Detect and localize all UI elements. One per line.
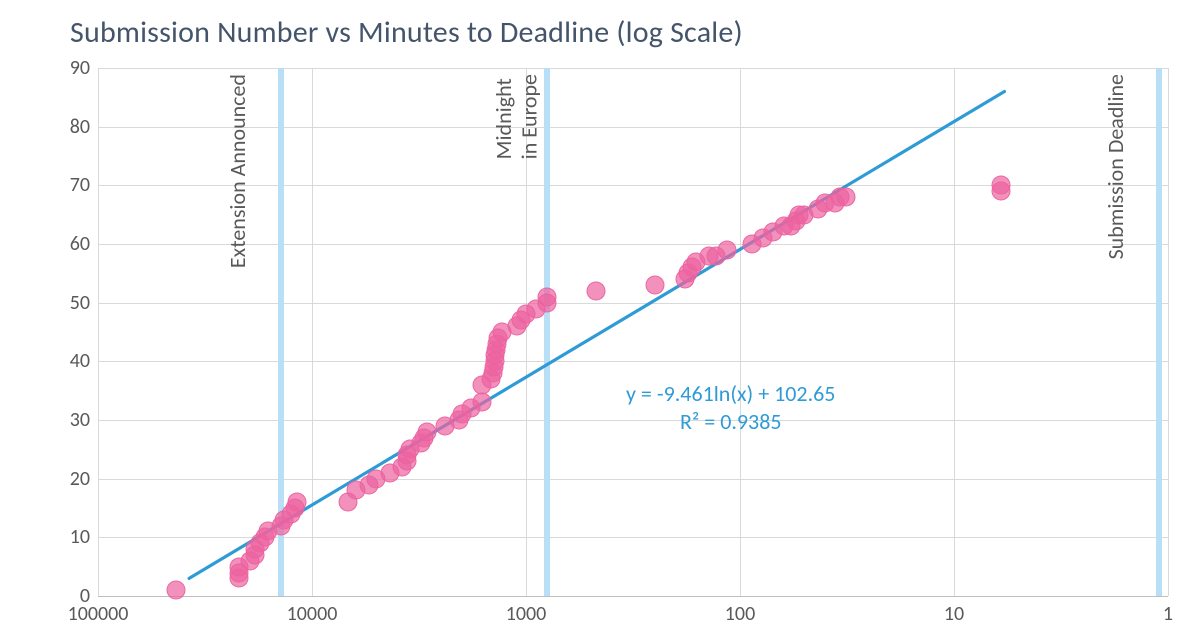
data-point <box>718 240 737 259</box>
data-point <box>167 581 186 600</box>
data-point <box>587 281 606 300</box>
x-axis-tick-label: 1000 <box>506 596 547 626</box>
gridline-vertical <box>954 68 955 596</box>
gridline-horizontal <box>98 68 1168 69</box>
plot-area: Extension Announced Midnightin Europe Subm… <box>98 68 1168 597</box>
gridline-vertical <box>312 68 313 596</box>
data-point <box>645 276 664 295</box>
gridline-vertical <box>98 68 99 596</box>
y-axis-tick-label: 20 <box>70 467 98 491</box>
data-point <box>992 176 1011 195</box>
y-axis-tick-label: 30 <box>70 408 98 432</box>
y-axis-tick-label: 70 <box>70 173 98 197</box>
data-point <box>836 188 855 207</box>
trend-equation-r2: R² = 0.9385 <box>626 408 835 436</box>
gridline-vertical <box>1168 68 1169 596</box>
x-axis-tick-label: 10 <box>944 596 964 626</box>
chart-title: Submission Number vs Minutes to Deadline… <box>70 14 743 51</box>
y-axis-tick-label: 80 <box>70 115 98 139</box>
x-axis-tick-label: 10000 <box>287 596 338 626</box>
x-axis-tick-label: 100000 <box>68 596 129 626</box>
data-point <box>473 393 492 412</box>
y-axis-tick-label: 50 <box>70 291 98 315</box>
y-axis-tick-label: 40 <box>70 349 98 373</box>
gridline-horizontal <box>98 303 1168 304</box>
annotation-label: Submission Deadline <box>1103 74 1128 259</box>
x-axis-tick-label: 100 <box>725 596 755 626</box>
y-axis-tick-label: 10 <box>70 525 98 549</box>
trendline <box>98 68 1168 596</box>
annotation-line <box>1156 68 1162 596</box>
chart-container: Submission Number vs Minutes to Deadline… <box>0 0 1200 636</box>
x-axis-tick-label: 1 <box>1163 596 1173 626</box>
data-point <box>537 287 556 306</box>
data-point <box>287 493 306 512</box>
trend-equation-formula: y = -9.461ln(x) + 102.65 <box>626 380 835 408</box>
trend-equation: y = -9.461ln(x) + 102.65R² = 0.9385 <box>626 380 835 435</box>
data-point <box>418 422 437 441</box>
annotation-label: Extension Announced <box>225 74 250 268</box>
annotation-label: Midnightin Europe <box>491 74 542 159</box>
y-axis-tick-label: 60 <box>70 232 98 256</box>
gridline-horizontal <box>98 127 1168 128</box>
gridline-horizontal <box>98 479 1168 480</box>
annotation-line <box>544 68 550 596</box>
gridline-vertical <box>740 68 741 596</box>
gridline-horizontal <box>98 361 1168 362</box>
y-axis-tick-label: 90 <box>70 56 98 80</box>
gridline-horizontal <box>98 244 1168 245</box>
